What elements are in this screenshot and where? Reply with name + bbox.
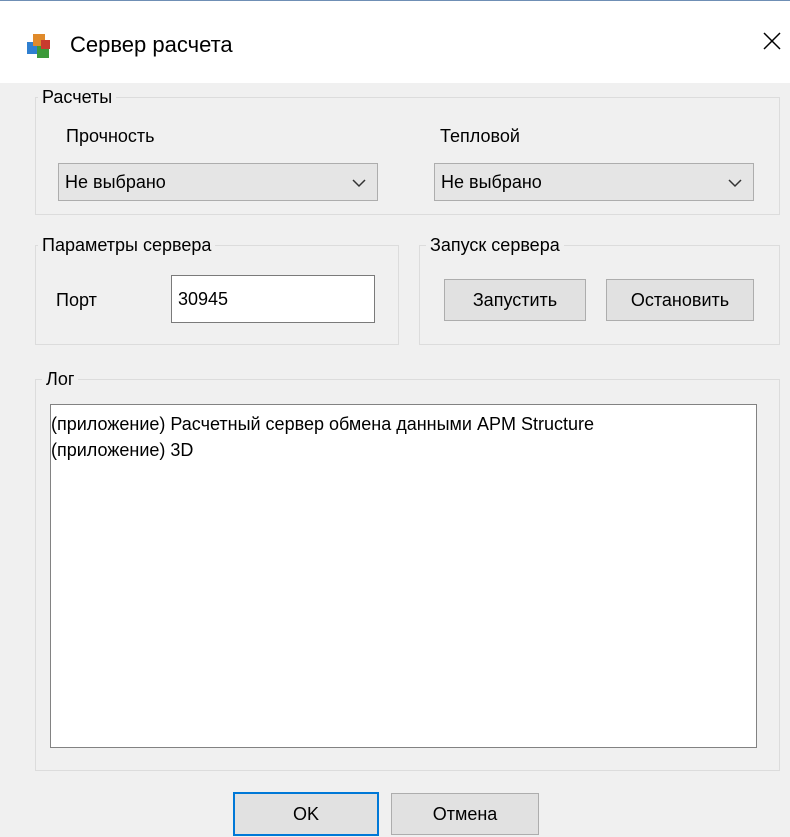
thermal-select[interactable]: Не выбрано bbox=[434, 163, 754, 201]
log-textarea[interactable]: (приложение) Расчетный сервер обмена дан… bbox=[50, 404, 757, 748]
thermal-select-value: Не выбрано bbox=[441, 172, 542, 192]
start-server-button[interactable]: Запустить bbox=[444, 279, 586, 321]
port-input[interactable] bbox=[172, 276, 374, 322]
ok-button[interactable]: OK bbox=[233, 792, 379, 836]
chevron-down-icon bbox=[351, 176, 367, 188]
strength-select[interactable]: Не выбрано bbox=[58, 163, 378, 201]
close-button[interactable] bbox=[754, 25, 790, 61]
server-params-legend: Параметры сервера bbox=[38, 233, 216, 257]
dialog-window: Сервер расчета Расчеты Прочность Не выбр… bbox=[0, 0, 790, 837]
log-legend: Лог bbox=[42, 367, 79, 391]
chevron-down-icon bbox=[727, 176, 743, 188]
log-line: (приложение) 3D bbox=[51, 440, 194, 460]
title-bar: Сервер расчета bbox=[0, 1, 790, 83]
window-title: Сервер расчета bbox=[70, 32, 233, 57]
port-label: Порт bbox=[56, 290, 97, 310]
port-field[interactable] bbox=[171, 275, 375, 323]
thermal-label: Тепловой bbox=[440, 126, 520, 146]
log-line: (приложение) Расчетный сервер обмена дан… bbox=[51, 414, 595, 434]
server-launch-legend: Запуск сервера bbox=[426, 233, 564, 257]
cancel-button[interactable]: Отмена bbox=[391, 793, 539, 835]
calculations-legend: Расчеты bbox=[38, 85, 117, 109]
strength-label: Прочность bbox=[66, 126, 155, 146]
strength-select-value: Не выбрано bbox=[65, 172, 166, 192]
close-icon bbox=[762, 31, 782, 56]
cubes-app-icon bbox=[24, 32, 54, 60]
stop-server-button[interactable]: Остановить bbox=[606, 279, 754, 321]
